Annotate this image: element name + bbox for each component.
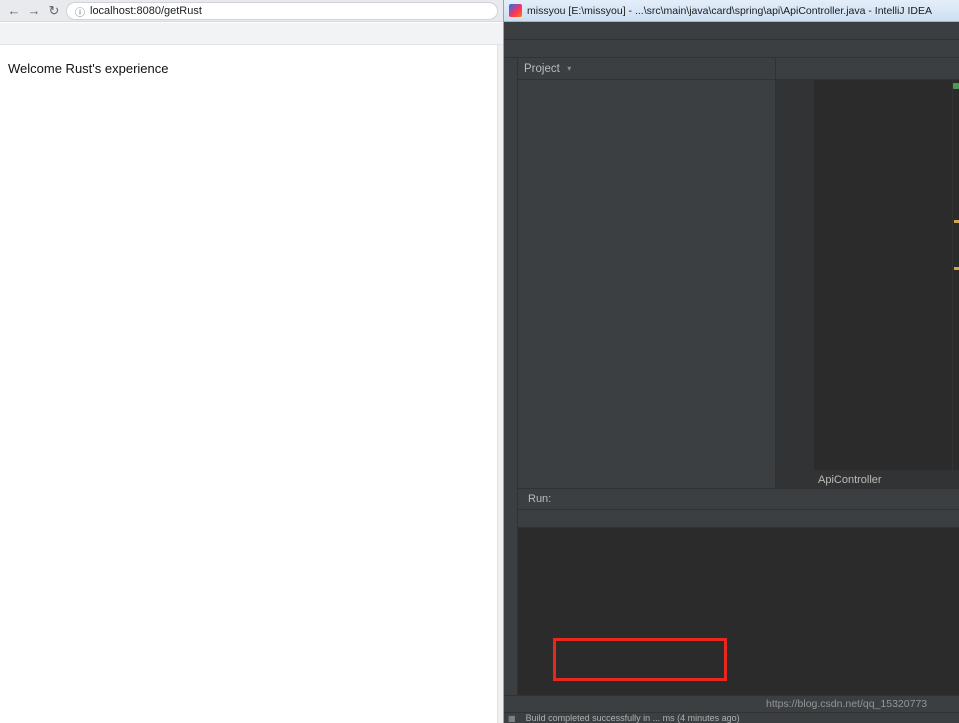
status-bar: ▦ Build completed successfully in ... ms… — [504, 712, 959, 723]
watermark-text: https://blog.csdn.net/qq_15320773 — [766, 698, 927, 710]
ide-titlebar[interactable]: missyou [E:\missyou] - ...\src\main\java… — [504, 0, 959, 22]
intellij-logo-icon — [509, 4, 522, 17]
left-tool-strip — [504, 58, 518, 695]
menu-bar — [504, 22, 959, 40]
stripe-mark — [954, 220, 959, 223]
annotation-highlight-box — [553, 638, 727, 681]
breadcrumb-class[interactable]: ApiController — [818, 474, 882, 486]
project-panel: Project ▾ — [518, 58, 776, 488]
run-label: Run: — [522, 493, 557, 505]
run-tool-window: Run: — [518, 488, 959, 695]
editor-tab-bar — [776, 58, 959, 80]
window-title: missyou [E:\missyou] - ...\src\main\java… — [527, 5, 932, 17]
project-header-title[interactable]: Project — [524, 63, 560, 75]
stripe-mark — [954, 267, 959, 270]
code-editor[interactable] — [776, 80, 959, 470]
back-icon[interactable]: ← — [4, 0, 24, 22]
refresh-icon[interactable]: ↻ — [44, 0, 64, 22]
project-tree — [518, 80, 775, 488]
forward-icon[interactable]: → — [24, 0, 44, 22]
navigation-bar — [504, 40, 959, 58]
editor-area: ApiController — [776, 58, 959, 488]
toolwindow-toggle-icon[interactable]: ▦ — [508, 714, 516, 723]
run-header: Run: — [518, 489, 959, 509]
chevron-down-icon[interactable]: ▾ — [564, 64, 575, 73]
project-panel-header: Project ▾ — [518, 58, 775, 80]
address-bar[interactable]: ⓘ localhost:8080/getRust — [66, 2, 498, 20]
browser-window: ← → ↻ ⓘ localhost:8080/getRust Welcome R… — [0, 0, 503, 723]
run-toolbar — [518, 530, 558, 638]
main-area: Project ▾ ApiController — [518, 58, 959, 488]
inspections-ok-icon — [953, 83, 959, 89]
bookmarks-bar — [0, 23, 503, 45]
page-info-icon[interactable]: ⓘ — [75, 4, 85, 19]
page-content: Welcome Rust's experience — [0, 45, 497, 723]
browser-toolbar: ← → ↻ ⓘ localhost:8080/getRust — [0, 0, 503, 22]
url-text: localhost:8080/getRust — [90, 5, 202, 17]
page-text: Welcome Rust's experience — [0, 45, 497, 92]
intellij-window: missyou [E:\missyou] - ...\src\main\java… — [503, 0, 959, 723]
editor-breadcrumbs: ApiController — [776, 470, 959, 488]
console-tab-bar — [518, 509, 959, 528]
status-message: Build completed successfully in ... ms (… — [526, 713, 740, 723]
editor-scrollbar[interactable] — [952, 80, 959, 470]
